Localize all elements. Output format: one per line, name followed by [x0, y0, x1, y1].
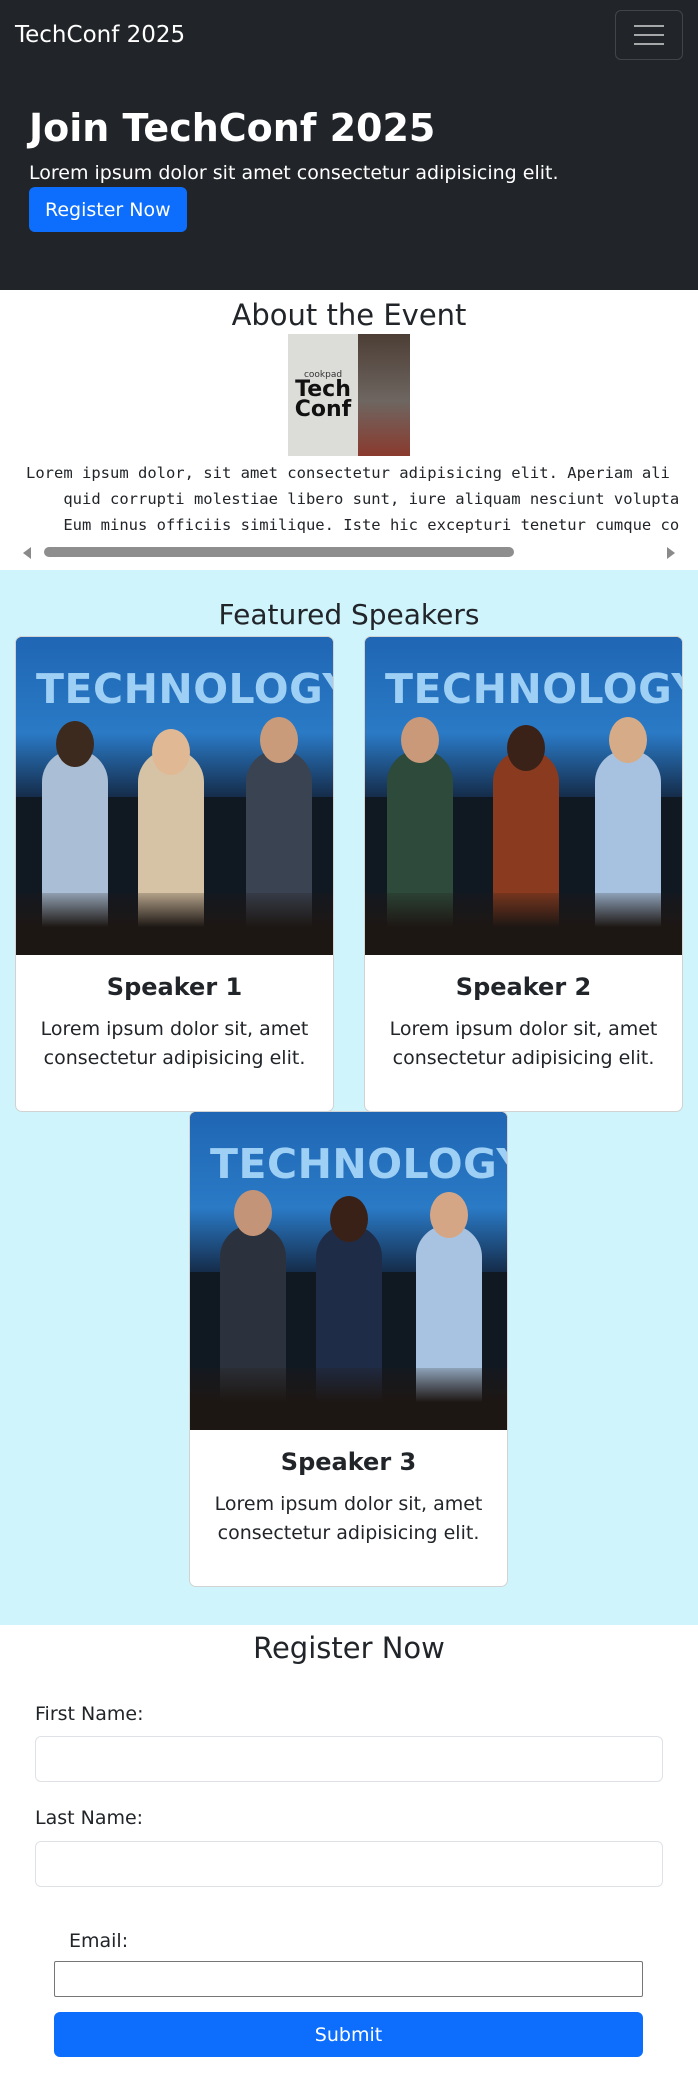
- speaker-bio: Lorem ipsum dolor sit, amet consectetur …: [389, 1018, 658, 1069]
- speaker-photo: TECHNOLOGY: [16, 637, 333, 955]
- hero-subtitle: Lorem ipsum dolor sit amet consectetur a…: [29, 162, 559, 184]
- register-section: Register Now First Name: Last Name: Emai…: [0, 1625, 698, 2075]
- speaker-card: TECHNOLOGY Speaker 3 Lorem ipsum dolor s…: [189, 1111, 508, 1587]
- speakers-title: Featured Speakers: [218, 598, 480, 631]
- speakers-section: Featured Speakers TECHNOLOGY Speaker 1 L…: [0, 570, 698, 1625]
- about-description: Lorem ipsum dolor, sit amet consectetur …: [26, 464, 680, 534]
- register-title: Register Now: [253, 1631, 445, 1665]
- event-image: cookpad Tech Conf: [288, 334, 410, 456]
- scroll-right-icon[interactable]: [667, 547, 675, 559]
- last-name-label: Last Name:: [35, 1807, 144, 1829]
- speaker-bio: Lorem ipsum dolor sit, amet consectetur …: [214, 1493, 483, 1544]
- brand-logo[interactable]: TechConf 2025: [15, 22, 185, 48]
- scroll-left-icon[interactable]: [23, 547, 31, 559]
- speaker-name: Speaker 3: [280, 1448, 417, 1476]
- email-field[interactable]: [54, 1961, 643, 1997]
- hero-section: Join TechConf 2025 Lorem ipsum dolor sit…: [0, 70, 698, 290]
- speaker-name: Speaker 2: [455, 973, 592, 1001]
- about-title: About the Event: [231, 298, 467, 332]
- navbar-toggle-button[interactable]: [615, 10, 683, 60]
- about-section: About the Event cookpad Tech Conf Lorem …: [0, 290, 698, 570]
- navbar: TechConf 2025: [0, 0, 698, 70]
- horizontal-scrollbar[interactable]: [18, 544, 680, 560]
- hamburger-icon: [634, 25, 664, 27]
- register-now-button[interactable]: Register Now: [29, 187, 187, 232]
- last-name-field[interactable]: [35, 1841, 663, 1887]
- speaker-photo: TECHNOLOGY: [365, 637, 682, 955]
- speaker-bio: Lorem ipsum dolor sit, amet consectetur …: [40, 1018, 309, 1069]
- speaker-photo: TECHNOLOGY: [190, 1112, 507, 1430]
- first-name-field[interactable]: [35, 1736, 663, 1782]
- first-name-label: First Name:: [35, 1703, 144, 1725]
- speaker-card: TECHNOLOGY Speaker 1 Lorem ipsum dolor s…: [15, 636, 334, 1112]
- scrollbar-thumb[interactable]: [44, 547, 514, 557]
- submit-button[interactable]: Submit: [54, 2012, 643, 2057]
- speaker-name: Speaker 1: [106, 973, 243, 1001]
- hero-title: Join TechConf 2025: [29, 106, 436, 150]
- speaker-card: TECHNOLOGY Speaker 2 Lorem ipsum dolor s…: [364, 636, 683, 1112]
- email-label: Email:: [69, 1930, 129, 1952]
